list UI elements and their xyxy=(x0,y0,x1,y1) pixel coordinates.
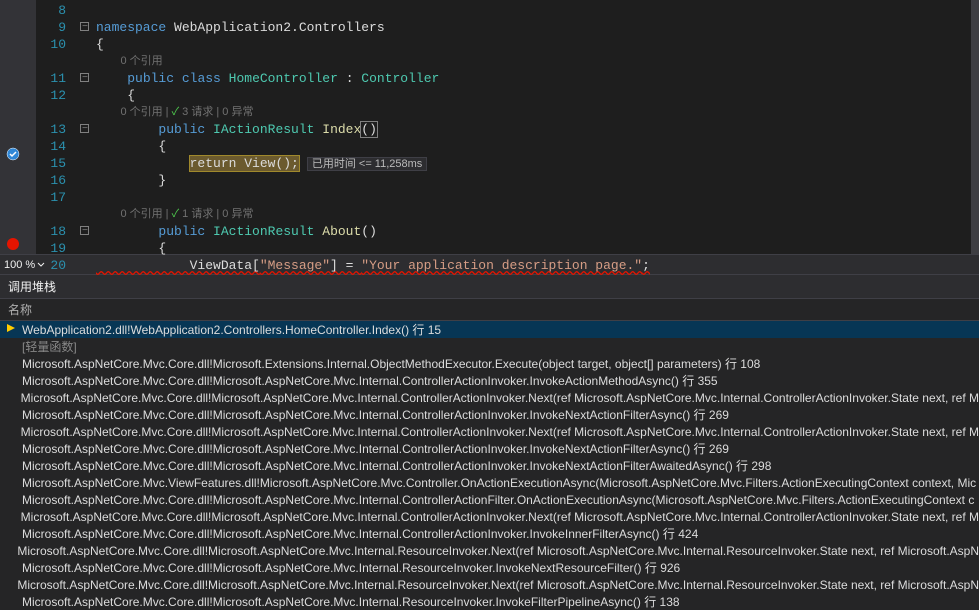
callstack-frame[interactable]: Microsoft.AspNetCore.Mvc.Core.dll!Micros… xyxy=(0,372,979,389)
line-number xyxy=(36,53,66,70)
line-number: 9 xyxy=(36,19,66,36)
line-number: 13 xyxy=(36,121,66,138)
codelens-indicator[interactable]: 0 个引用 | ✓ 3 请求 | 0 异常 xyxy=(96,104,979,121)
code-line[interactable]: return View();已用时间 <= 11,258ms xyxy=(96,155,979,172)
code-line[interactable]: { xyxy=(96,87,979,104)
callstack-frame[interactable]: Microsoft.AspNetCore.Mvc.Core.dll!Micros… xyxy=(0,355,979,372)
code-line[interactable]: } xyxy=(96,172,979,189)
callstack-frame[interactable]: Microsoft.AspNetCore.Mvc.Core.dll!Micros… xyxy=(0,508,979,525)
elapsed-time-tooltip[interactable]: 已用时间 <= 11,258ms xyxy=(307,157,427,171)
callstack-frame[interactable]: Microsoft.AspNetCore.Mvc.Core.dll!Micros… xyxy=(0,423,979,440)
code-line[interactable] xyxy=(96,2,979,19)
callstack-frame-text: Microsoft.AspNetCore.Mvc.Core.dll!Micros… xyxy=(19,425,979,439)
codelens-indicator[interactable]: 0 个引用 xyxy=(96,53,979,70)
code-content[interactable]: namespace WebApplication2.Controllers{ 0… xyxy=(96,0,979,254)
callstack-frame-text: Microsoft.AspNetCore.Mvc.Core.dll!Micros… xyxy=(20,493,974,507)
callstack-frame-text: Microsoft.AspNetCore.Mvc.Core.dll!Micros… xyxy=(20,559,680,576)
code-line[interactable]: public IActionResult About() xyxy=(96,223,979,240)
callstack-frame[interactable]: WebApplication2.dll!WebApplication2.Cont… xyxy=(0,321,979,338)
callstack-frame[interactable]: Microsoft.AspNetCore.Mvc.Core.dll!Micros… xyxy=(0,576,979,593)
callstack-frame-text: [轻量函数] xyxy=(20,338,77,355)
code-line[interactable]: { xyxy=(96,36,979,53)
callstack-frame-text: Microsoft.AspNetCore.Mvc.Core.dll!Micros… xyxy=(19,510,979,524)
line-number: 15 xyxy=(36,155,66,172)
callstack-frame-text: WebApplication2.dll!WebApplication2.Cont… xyxy=(20,321,441,338)
line-number: 17 xyxy=(36,189,66,206)
line-number: 8 xyxy=(36,2,66,19)
callstack-panel-title[interactable]: 调用堆栈 xyxy=(0,274,979,299)
callstack-frame-text: Microsoft.AspNetCore.Mvc.Core.dll!Micros… xyxy=(15,578,979,592)
callstack-frame[interactable]: Microsoft.AspNetCore.Mvc.Core.dll!Micros… xyxy=(0,406,979,423)
code-line[interactable]: { xyxy=(96,240,979,257)
line-number: 18 xyxy=(36,223,66,240)
line-number: 10 xyxy=(36,36,66,53)
code-editor[interactable]: 891011121314151617181920 namespace WebAp… xyxy=(0,0,979,254)
line-number: 19 xyxy=(36,240,66,257)
callstack-frame-text: Microsoft.AspNetCore.Mvc.Core.dll!Micros… xyxy=(15,544,979,558)
outline-collapse-icon[interactable] xyxy=(80,124,89,133)
callstack-frame-text: Microsoft.AspNetCore.Mvc.Core.dll!Micros… xyxy=(20,457,771,474)
breakpoint-icon[interactable] xyxy=(6,237,20,251)
callstack-list[interactable]: WebApplication2.dll!WebApplication2.Cont… xyxy=(0,321,979,610)
outline-collapse-icon[interactable] xyxy=(80,73,89,82)
line-number xyxy=(36,104,66,121)
codelens-indicator[interactable]: 0 个引用 | ✓ 1 请求 | 0 异常 xyxy=(96,206,979,223)
line-number: 14 xyxy=(36,138,66,155)
callstack-frame[interactable]: [轻量函数] xyxy=(0,338,979,355)
code-line[interactable]: { xyxy=(96,138,979,155)
breakpoint-margin[interactable] xyxy=(0,0,36,254)
callstack-frame-text: Microsoft.AspNetCore.Mvc.Core.dll!Micros… xyxy=(20,593,680,610)
callstack-frame[interactable]: Microsoft.AspNetCore.Mvc.Core.dll!Micros… xyxy=(0,389,979,406)
callstack-frame[interactable]: Microsoft.AspNetCore.Mvc.Core.dll!Micros… xyxy=(0,491,979,508)
callstack-frame-text: Microsoft.AspNetCore.Mvc.ViewFeatures.dl… xyxy=(20,476,976,490)
code-line[interactable]: public IActionResult Index() xyxy=(96,121,979,138)
code-line[interactable] xyxy=(96,189,979,206)
callstack-frame[interactable]: Microsoft.AspNetCore.Mvc.Core.dll!Micros… xyxy=(0,457,979,474)
callstack-frame-text: Microsoft.AspNetCore.Mvc.Core.dll!Micros… xyxy=(20,406,729,423)
callstack-frame-text: Microsoft.AspNetCore.Mvc.Core.dll!Micros… xyxy=(20,372,718,389)
line-number: 11 xyxy=(36,70,66,87)
code-line[interactable]: namespace WebApplication2.Controllers xyxy=(96,19,979,36)
code-line[interactable]: ViewData["Message"] = "Your application … xyxy=(96,257,979,274)
line-number-gutter: 891011121314151617181920 xyxy=(36,0,78,254)
line-number: 16 xyxy=(36,172,66,189)
outline-collapse-icon[interactable] xyxy=(80,226,89,235)
callstack-frame[interactable]: Microsoft.AspNetCore.Mvc.Core.dll!Micros… xyxy=(0,542,979,559)
callstack-frame-text: Microsoft.AspNetCore.Mvc.Core.dll!Micros… xyxy=(20,355,760,372)
code-line[interactable]: public class HomeController : Controller xyxy=(96,70,979,87)
zoom-value: 100 % xyxy=(4,259,35,271)
callstack-frame-text: Microsoft.AspNetCore.Mvc.Core.dll!Micros… xyxy=(19,391,979,405)
callstack-frame[interactable]: Microsoft.AspNetCore.Mvc.Core.dll!Micros… xyxy=(0,525,979,542)
callstack-frame[interactable]: Microsoft.AspNetCore.Mvc.Core.dll!Micros… xyxy=(0,559,979,576)
callstack-frame[interactable]: Microsoft.AspNetCore.Mvc.Core.dll!Micros… xyxy=(0,440,979,457)
callstack-frame-text: Microsoft.AspNetCore.Mvc.Core.dll!Micros… xyxy=(20,525,698,542)
outline-margin[interactable] xyxy=(78,0,96,254)
line-number xyxy=(36,206,66,223)
current-frame-arrow-icon xyxy=(2,322,20,337)
line-number: 12 xyxy=(36,87,66,104)
callstack-frame[interactable]: Microsoft.AspNetCore.Mvc.Core.dll!Micros… xyxy=(0,593,979,610)
callstack-frame[interactable]: Microsoft.AspNetCore.Mvc.ViewFeatures.dl… xyxy=(0,474,979,491)
vertical-scrollbar[interactable] xyxy=(971,0,979,254)
callstack-column-header[interactable]: 名称 xyxy=(0,299,979,321)
outline-collapse-icon[interactable] xyxy=(80,22,89,31)
callstack-frame-text: Microsoft.AspNetCore.Mvc.Core.dll!Micros… xyxy=(20,440,729,457)
intellitrace-icon[interactable] xyxy=(6,147,20,161)
line-number: 20 xyxy=(36,257,66,274)
